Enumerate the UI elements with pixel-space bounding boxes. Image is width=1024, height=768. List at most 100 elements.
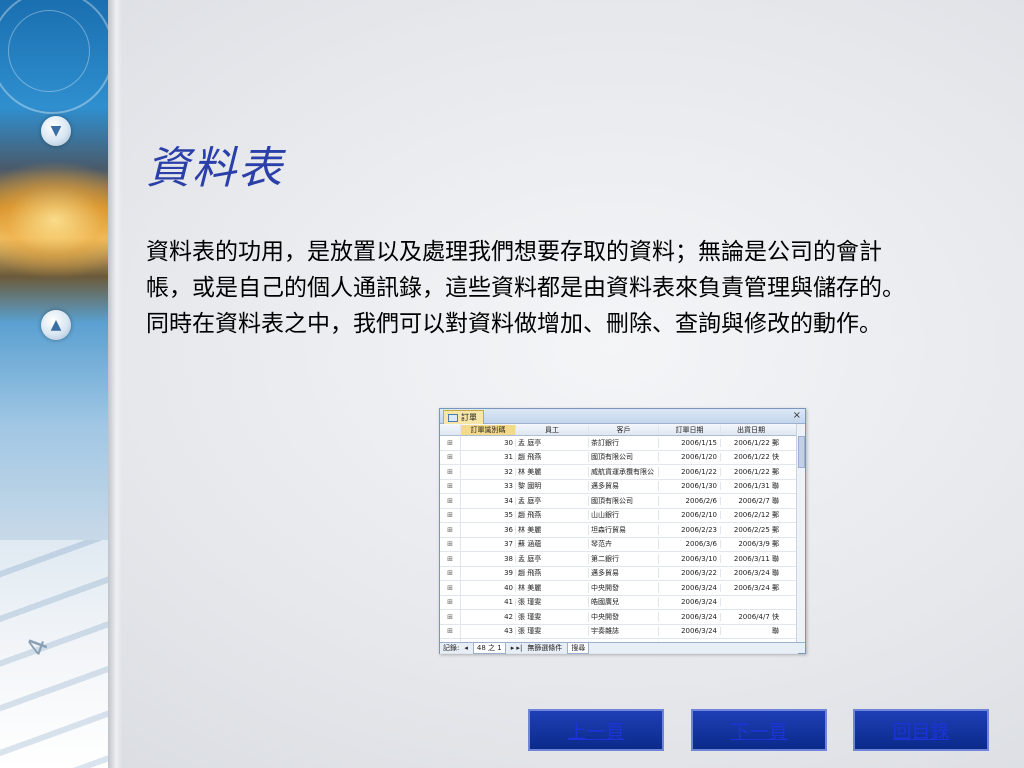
row-expander-icon: ⊞ — [440, 624, 461, 638]
filter-status: 無篩選條件 — [527, 644, 563, 652]
table-row: ⊞ 33 黎 國明 邁多貿易 2006/1/30 2006/1/31 聯 — [440, 479, 798, 494]
order-id-cell: 31 — [461, 453, 516, 462]
datasheet-tab-label: 訂單 — [461, 413, 477, 422]
row-expander-icon: ⊞ — [440, 610, 461, 624]
row-expander-icon: ⊞ — [440, 595, 461, 609]
order-id-cell: 37 — [461, 540, 516, 549]
order-id-cell: 39 — [461, 569, 516, 578]
order-date-cell: 2006/1/30 — [659, 482, 721, 491]
table-row: ⊞ 43 張 瑾雯 宇奏雜誌 2006/3/24 聯 — [440, 624, 798, 639]
keyboard-image — [0, 540, 108, 768]
ship-date-cell: 2006/1/31 聯 — [733, 482, 779, 491]
order-id-cell: 42 — [461, 612, 516, 621]
datasheet-header-row: 訂單識別碼 員工 客戶 訂單日期 出貨日期 — [440, 424, 798, 436]
employee-cell: 孟 庭亭 — [516, 553, 589, 564]
order-id-cell: 43 — [461, 627, 516, 636]
row-expander-icon: ⊞ — [440, 479, 461, 493]
customer-cell: 第二銀行 — [589, 553, 659, 564]
order-date-cell: 2006/3/24 — [659, 627, 721, 636]
table-row: ⊞ 40 林 美麗 中央開發 2006/3/24 2006/3/24 郵 — [440, 581, 798, 596]
sidebar-divider — [108, 0, 122, 768]
order-date-cell: 2006/2/10 — [659, 511, 721, 520]
order-date-cell: 2006/3/6 — [659, 540, 721, 549]
close-icon: × — [792, 410, 801, 421]
column-header-ship-date: 出貨日期 — [737, 425, 765, 434]
customer-cell: 邁多貿易 — [589, 481, 659, 492]
ship-date-cell: 2006/2/7 聯 — [738, 496, 779, 505]
order-date-cell: 2006/1/15 — [659, 438, 721, 447]
customer-cell: 國頂有限公司 — [589, 452, 659, 463]
ship-date-cell: 2006/1/22 快 — [733, 453, 779, 462]
next-page-button[interactable]: 下一頁 — [691, 709, 827, 751]
table-icon — [448, 413, 458, 422]
order-id-cell: 30 — [461, 438, 516, 447]
employee-cell: 趙 飛燕 — [516, 510, 589, 521]
ship-date-cell: 2006/1/22 郵 — [733, 467, 779, 476]
table-row: ⊞ 35 趙 飛燕 山山銀行 2006/2/10 2006/2/12 郵 — [440, 508, 798, 523]
table-row: ⊞ 41 張 瑾雯 皓國廣兒 2006/3/24 — [440, 595, 798, 610]
order-id-cell: 40 — [461, 583, 516, 592]
customer-cell: 山山銀行 — [589, 510, 659, 521]
row-expander-icon: ⊞ — [440, 508, 461, 522]
record-label: 記錄: — [443, 644, 460, 652]
decorative-glow — [0, 160, 108, 280]
prev-page-button[interactable]: 上一頁 — [528, 709, 664, 751]
ship-date-cell: 2006/3/24 聯 — [733, 569, 779, 578]
table-row: ⊞ 31 趙 飛燕 國頂有限公司 2006/1/20 2006/1/22 快 — [440, 450, 798, 465]
customer-cell: 中央開發 — [589, 582, 659, 593]
row-expander-icon: ⊞ — [440, 436, 461, 450]
triangle-up-icon: ▲ — [41, 310, 71, 340]
slide-title: 資料表 — [146, 143, 284, 194]
employee-cell: 孟 庭亭 — [516, 495, 589, 506]
order-date-cell: 2006/2/23 — [659, 525, 721, 534]
employee-cell: 張 瑾雯 — [516, 611, 589, 622]
order-date-cell: 2006/1/22 — [659, 467, 721, 476]
order-date-cell: 2006/3/24 — [659, 612, 721, 621]
table-row: ⊞ 32 林 美麗 威航貨運承攬有限公 2006/1/22 2006/1/22 郵 — [440, 465, 798, 480]
order-id-cell: 34 — [461, 496, 516, 505]
customer-cell: 坦森行貿易 — [589, 524, 659, 535]
ship-date-cell: 2006/2/12 郵 — [733, 511, 779, 520]
table-row: ⊞ 36 林 美麗 坦森行貿易 2006/2/23 2006/2/25 郵 — [440, 523, 798, 538]
order-date-cell: 2006/2/6 — [659, 496, 721, 505]
row-expander-icon: ⊞ — [440, 552, 461, 566]
customer-cell: 宇奏雜誌 — [589, 626, 659, 637]
row-expander-icon: ⊞ — [440, 494, 461, 508]
customer-cell: 威航貨運承攬有限公 — [589, 466, 659, 477]
row-expander-icon: ⊞ — [440, 537, 461, 551]
table-row: ⊞ 38 孟 庭亭 第二銀行 2006/3/10 2006/3/11 聯 — [440, 552, 798, 567]
ship-date-cell: 2006/4/7 快 — [738, 612, 779, 621]
employee-cell: 孟 庭亭 — [516, 437, 589, 448]
datasheet-screenshot: 訂單 × 訂單識別碼 員工 客戶 訂單日期 出貨日期 ⊞ 30 孟 庭亭 茶訂銀行 20… — [439, 408, 806, 654]
order-id-cell: 33 — [461, 482, 516, 491]
order-id-cell: 36 — [461, 525, 516, 534]
customer-cell: 皓國廣兒 — [589, 597, 659, 608]
column-header-order-date: 訂單日期 — [659, 424, 721, 435]
employee-cell: 張 瑾雯 — [516, 626, 589, 637]
decorative-sidebar: 4 ▼ ▲ — [0, 0, 108, 768]
ship-date-cell: 2006/3/9 郵 — [738, 540, 779, 549]
header-expander-cell — [440, 424, 461, 435]
row-expander-icon: ⊞ — [440, 465, 461, 479]
employee-cell: 林 美麗 — [516, 582, 589, 593]
datasheet-grid: 訂單識別碼 員工 客戶 訂單日期 出貨日期 ⊞ 30 孟 庭亭 茶訂銀行 2006/1/… — [440, 424, 798, 654]
order-id-cell: 35 — [461, 511, 516, 520]
order-id-cell: 41 — [461, 598, 516, 607]
order-date-cell: 2006/3/24 — [659, 598, 721, 607]
row-expander-icon: ⊞ — [440, 523, 461, 537]
employee-cell: 張 瑾雯 — [516, 597, 589, 608]
order-id-cell: 32 — [461, 467, 516, 476]
customer-cell: 茶訂銀行 — [589, 437, 659, 448]
table-row: ⊞ 37 蘇 涵蘊 琴范卉 2006/3/6 2006/3/9 郵 — [440, 537, 798, 552]
order-date-cell: 2006/3/10 — [659, 554, 721, 563]
ship-date-cell: 2006/1/22 郵 — [733, 438, 779, 447]
ship-date-cell: 聯 — [772, 627, 779, 636]
customer-cell: 邁多貿易 — [589, 568, 659, 579]
table-of-contents-button[interactable]: 回目錄 — [853, 709, 989, 751]
employee-cell: 黎 國明 — [516, 481, 589, 492]
employee-cell: 趙 飛燕 — [516, 568, 589, 579]
datasheet-tab: 訂單 — [443, 410, 484, 424]
order-id-cell: 38 — [461, 554, 516, 563]
first-record-icon: ◂ — [464, 644, 468, 652]
datasheet-tabbar: 訂單 × — [440, 409, 805, 424]
